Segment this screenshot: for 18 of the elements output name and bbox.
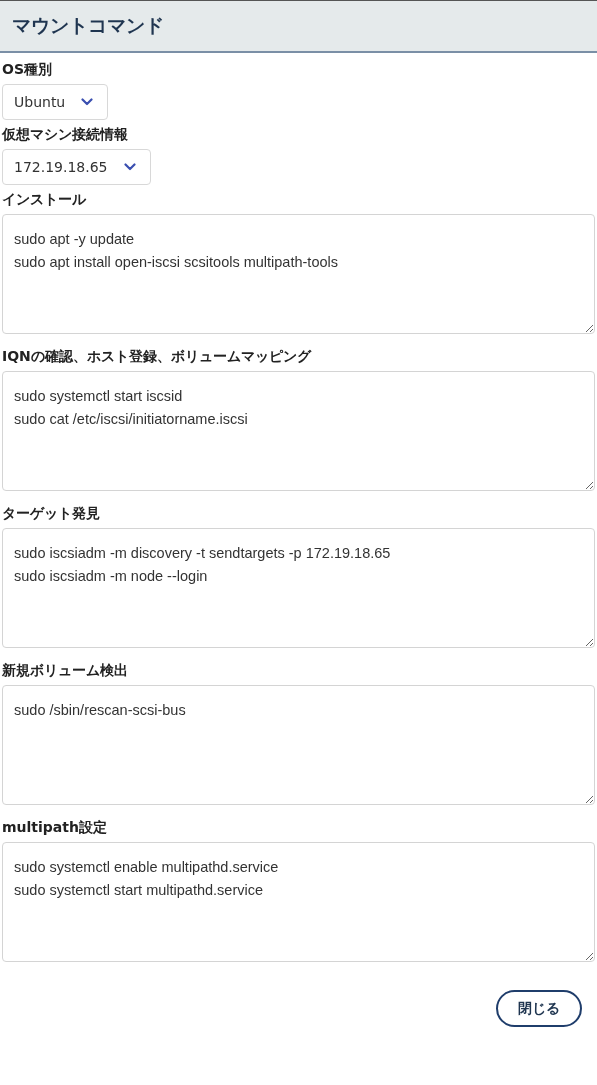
field-label: インストール (2, 191, 86, 207)
command-field[interactable]: sudo iscsiadm -m discovery -t sendtargets -p 172.19.18.65 sudo iscsiadm -m node --login (2, 528, 595, 648)
command-field[interactable]: sudo /sbin/rescan-scsi-bus (2, 685, 595, 805)
field-label: OS種別 (2, 61, 52, 77)
field-label: 新規ボリューム検出 (2, 662, 128, 678)
field-label: multipath設定 (2, 819, 107, 835)
field-label: IQNの確認、ホスト登録、ボリュームマッピング (2, 348, 311, 364)
select-dropdown[interactable]: Ubuntu (2, 84, 109, 120)
command-field[interactable]: sudo systemctl start iscsid sudo cat /etc/iscsi/initiatorname.iscsi (2, 371, 595, 491)
field-label: ターゲット発見 (2, 505, 100, 521)
chevron-down-icon (123, 163, 136, 171)
command-field[interactable]: sudo apt -y update sudo apt install open-iscsi scsitools multipath-tools (2, 214, 595, 334)
field-label: 仮想マシン接続情報 (2, 126, 128, 142)
command-field[interactable]: sudo systemctl enable multipathd.service sudo systemctl start multipathd.service (2, 842, 595, 962)
select-dropdown[interactable]: 172.19.18.65 (2, 149, 151, 185)
dialog-title: マウントコマンド (12, 13, 164, 38)
chevron-down-icon (81, 98, 94, 106)
close-button[interactable]: 閉じる (496, 990, 582, 1027)
